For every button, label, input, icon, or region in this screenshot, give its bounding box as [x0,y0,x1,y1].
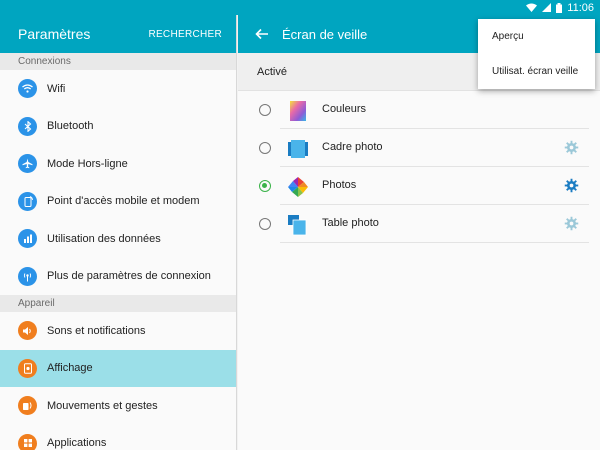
radio-button-selected[interactable] [259,180,271,192]
photo-table-icon [288,215,307,236]
sound-icon [18,321,37,341]
settings-header: Paramètres RECHERCHER [0,15,236,53]
section-header-connexions: Connexions [0,53,236,70]
photo-frame-icon [288,140,308,158]
gear-icon[interactable] [564,216,579,231]
wifi-icon [18,79,37,99]
option-label: Photos [322,179,357,191]
gear-icon[interactable] [564,178,579,193]
data-usage-icon [18,229,37,249]
radio-button[interactable] [259,218,271,230]
motion-icon [18,396,37,416]
menu-item-preview[interactable]: Aperçu [478,19,595,54]
section-header-appareil: Appareil [0,295,236,312]
colors-icon [290,101,306,121]
settings-item-label: Wifi [47,82,66,95]
option-colors[interactable]: Couleurs [238,91,600,129]
active-label: Activé [257,65,287,78]
search-button[interactable]: RECHERCHER [148,29,222,40]
overflow-menu: Aperçu Utilisat. écran veille [478,19,595,89]
settings-item-applications[interactable]: Applications [0,425,236,450]
settings-item-motion[interactable]: Mouvements et gestes [0,387,236,425]
option-label: Table photo [322,217,379,229]
status-time: 11:06 [567,1,594,14]
menu-item-screensaver-usage[interactable]: Utilisat. écran veille [478,54,595,89]
settings-item-label: Plus de paramètres de connexion [47,270,211,283]
gear-icon[interactable] [564,140,579,155]
settings-item-label: Point d'accès mobile et modem [47,195,200,208]
settings-item-label: Utilisation des données [47,232,161,245]
settings-item-label: Sons et notifications [47,324,146,337]
display-icon [18,358,37,378]
more-connections-icon [18,266,37,286]
settings-title: Paramètres [18,26,91,42]
photos-icon [288,177,308,197]
settings-item-label: Affichage [47,362,93,375]
settings-item-bluetooth[interactable]: Bluetooth [0,108,236,146]
settings-item-label: Mode Hors-ligne [47,157,128,170]
settings-item-sounds[interactable]: Sons et notifications [0,312,236,350]
option-photo-table[interactable]: Table photo [238,205,600,243]
screensaver-title: Écran de veille [282,26,368,42]
settings-item-hotspot[interactable]: Point d'accès mobile et modem [0,183,236,221]
settings-pane: Paramètres RECHERCHER Connexions Wifi Bl… [0,15,237,450]
radio-button[interactable] [259,104,271,116]
apps-icon [18,433,37,450]
option-label: Couleurs [322,103,367,115]
settings-item-label: Applications [47,437,107,450]
cell-signal-icon [542,3,552,12]
status-bar: 11:06 [0,0,600,15]
divider [280,242,589,243]
battery-icon [556,2,563,13]
bluetooth-icon [18,116,37,136]
airplane-icon [18,154,37,174]
radio-button[interactable] [259,142,271,154]
settings-item-label: Bluetooth [47,120,94,133]
wifi-signal-icon [526,3,538,12]
settings-item-label: Mouvements et gestes [47,399,158,412]
option-photo-frame[interactable]: Cadre photo [238,129,600,167]
option-photos[interactable]: Photos [238,167,600,205]
settings-item-data-usage[interactable]: Utilisation des données [0,220,236,258]
settings-item-wifi[interactable]: Wifi [0,70,236,108]
back-arrow-icon[interactable] [254,26,270,42]
settings-item-more-connections[interactable]: Plus de paramètres de connexion [0,258,236,296]
settings-item-airplane-mode[interactable]: Mode Hors-ligne [0,145,236,183]
option-label: Cadre photo [322,141,383,153]
hotspot-icon [18,191,37,211]
settings-item-display[interactable]: Affichage [0,349,236,387]
